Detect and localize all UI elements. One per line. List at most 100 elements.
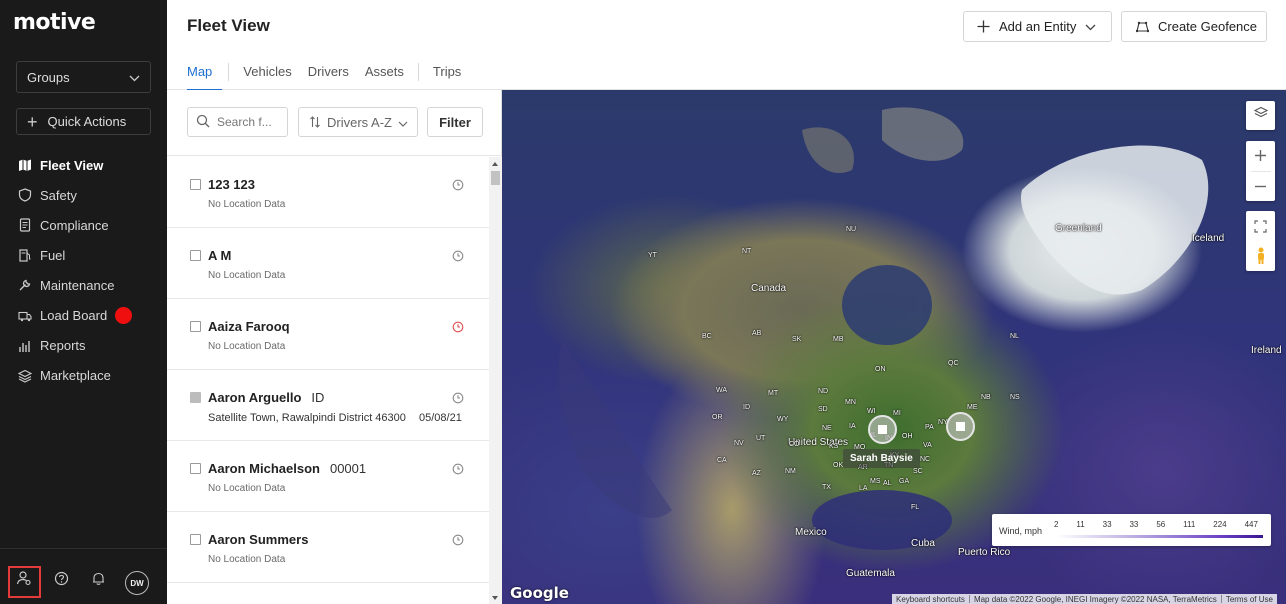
scroll-up-arrow-icon[interactable] <box>492 162 498 166</box>
sidebar-item-label: Reports <box>40 338 86 354</box>
map-label-id: ID <box>743 404 750 411</box>
sidebar-item-maintenance[interactable]: Maintenance <box>0 270 167 300</box>
map-label-ks: KS <box>829 443 839 450</box>
row-checkbox[interactable] <box>190 463 201 474</box>
help-icon[interactable] <box>52 569 70 587</box>
stop-icon <box>956 422 965 431</box>
scroll-down-arrow-icon[interactable] <box>492 596 498 600</box>
list-scrollbar[interactable] <box>489 157 502 604</box>
map-label-al: AL <box>883 480 892 487</box>
map-label-qc: QC <box>948 360 959 367</box>
row-checkbox[interactable] <box>190 250 201 261</box>
fullscreen-icon[interactable] <box>1254 211 1267 241</box>
keyboard-shortcuts-link[interactable]: Keyboard shortcuts <box>892 595 969 604</box>
legend-value: 33 <box>1129 520 1139 529</box>
wrench-icon <box>18 278 32 292</box>
view-tabs: Map Vehicles Drivers Assets Trips <box>187 63 469 91</box>
avatar[interactable]: DW <box>125 571 149 595</box>
sidebar-item-label: Maintenance <box>40 277 115 293</box>
chevron-down-icon <box>398 115 408 130</box>
sidebar-item-fuel[interactable]: Fuel <box>0 240 167 270</box>
document-icon <box>18 218 32 232</box>
map-label-nb: NB <box>981 394 991 401</box>
sidebar-item-label: Safety <box>40 187 77 203</box>
sidebar-item-label: Load Board <box>40 308 108 324</box>
sidebar-item-compliance[interactable]: Compliance <box>0 210 167 240</box>
map-label-guatemala: Guatemala <box>846 568 895 579</box>
sidebar-item-label: Fuel <box>40 247 66 263</box>
row-checkbox[interactable] <box>190 321 201 332</box>
row-checkbox[interactable] <box>190 392 201 403</box>
list-item[interactable]: 123 123 No Location Data <box>167 157 489 228</box>
map-label-co: CO <box>789 441 800 448</box>
map-label-ns: NS <box>1010 394 1020 401</box>
groups-label: Groups <box>27 69 70 85</box>
list-item[interactable]: Aaron Arguello ID Satellite Town, Rawalpi… <box>167 370 489 441</box>
clock-icon <box>452 249 464 262</box>
map-label-va: VA <box>923 442 932 449</box>
map-data-text: Map data ©2022 Google, INEGI Imagery ©20… <box>973 594 1217 604</box>
search-field[interactable] <box>187 107 288 137</box>
driver-name: Aaron Summers <box>208 532 309 547</box>
search-input[interactable] <box>217 115 287 129</box>
create-geofence-button[interactable]: Create Geofence <box>1121 11 1267 42</box>
tab-assets[interactable]: Assets <box>357 63 412 91</box>
zoom-out-icon[interactable] <box>1254 172 1267 202</box>
map-label-mexico: Mexico <box>795 527 827 538</box>
sidebar-item-safety[interactable]: Safety <box>0 180 167 210</box>
vehicle-marker[interactable] <box>946 412 975 441</box>
quick-actions-button[interactable]: + Quick Actions <box>16 108 151 135</box>
tab-drivers[interactable]: Drivers <box>300 63 357 91</box>
clock-icon <box>452 320 464 333</box>
legend-value: 2 <box>1054 520 1059 529</box>
map-label-oh: OH <box>902 433 913 440</box>
map-label-ok: OK <box>833 462 844 469</box>
terms-of-use-link[interactable]: Terms of Use <box>1222 595 1277 604</box>
zoom-in-icon[interactable] <box>1254 141 1267 171</box>
scroll-thumb[interactable] <box>491 171 500 185</box>
tab-trips[interactable]: Trips <box>425 63 469 91</box>
tab-map[interactable]: Map <box>187 63 223 91</box>
search-icon <box>196 114 210 131</box>
legend-values: 2 11 33 33 56 111 224 447 <box>1054 520 1258 529</box>
map-label-puerto-rico: Puerto Rico <box>958 547 1011 558</box>
add-entity-button[interactable]: Add an Entity <box>963 11 1112 42</box>
map-label-ireland: Ireland <box>1251 345 1282 356</box>
driver-location: No Location Data <box>208 554 286 565</box>
sidebar-nav: Fleet View Safety Compliance Fuel Mainte… <box>0 150 167 391</box>
truck-icon <box>18 309 32 323</box>
list-item[interactable]: Aaron Summers No Location Data <box>167 512 489 583</box>
google-logo[interactable]: Google <box>510 584 569 602</box>
sidebar-item-load-board[interactable]: Load Board <box>0 300 167 330</box>
legend-value: 111 <box>1183 520 1196 529</box>
map-label-wa: WA <box>716 387 728 394</box>
driver-name: A M <box>208 248 232 263</box>
map-label-sc: SC <box>913 468 923 475</box>
quick-actions-label: Quick Actions <box>47 114 127 129</box>
sidebar-item-fleet-view[interactable]: Fleet View <box>0 150 167 180</box>
filter-button[interactable]: Filter <box>427 107 483 137</box>
map-label-ab: AB <box>752 330 762 337</box>
row-checkbox[interactable] <box>190 534 201 545</box>
map-label-or: OR <box>712 414 723 421</box>
sort-dropdown[interactable]: Drivers A-Z <box>298 107 418 137</box>
row-checkbox[interactable] <box>190 179 201 190</box>
map-label-wy: WY <box>777 416 789 423</box>
list-item[interactable]: A M No Location Data <box>167 228 489 299</box>
list-item[interactable]: Aaron Michaelson 00001 No Location Data <box>167 441 489 512</box>
chevron-down-icon <box>129 70 140 85</box>
map-label-pa: PA <box>925 424 934 431</box>
motive-logo[interactable]: motive <box>13 10 96 35</box>
street-view-pegman-icon[interactable] <box>1255 241 1267 271</box>
add-entity-label: Add an Entity <box>999 19 1077 34</box>
map-view[interactable]: Greenland Iceland Ireland Canada United … <box>502 90 1286 604</box>
bell-icon[interactable] <box>89 569 107 587</box>
map-layers-button[interactable] <box>1246 101 1275 130</box>
sidebar-item-marketplace[interactable]: Marketplace <box>0 361 167 391</box>
groups-dropdown[interactable]: Groups <box>16 61 151 93</box>
tab-vehicles[interactable]: Vehicles <box>235 63 299 91</box>
sidebar-item-reports[interactable]: Reports <box>0 331 167 361</box>
vehicle-marker[interactable] <box>868 415 897 444</box>
list-item[interactable]: Aaiza Farooq No Location Data <box>167 299 489 370</box>
user-settings-icon[interactable] <box>15 569 33 587</box>
